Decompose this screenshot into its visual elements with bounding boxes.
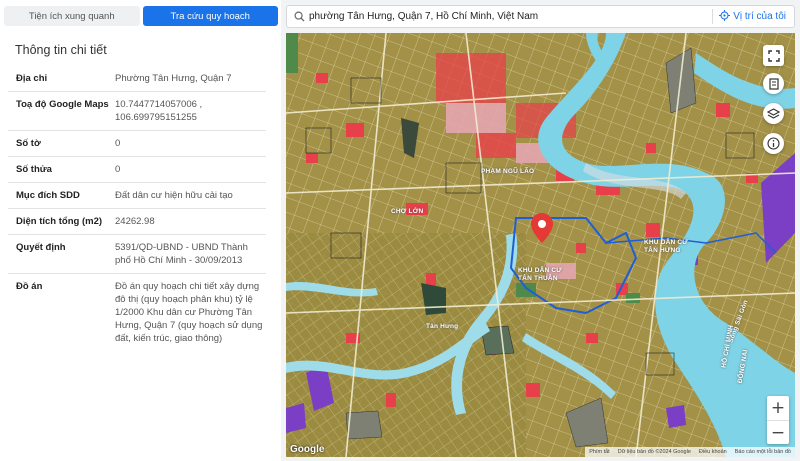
row-value: 10.7447714057006 , 106.699795151255 bbox=[115, 99, 203, 123]
search-input[interactable] bbox=[309, 6, 713, 27]
row-parcel-number: Số thửa 0 bbox=[8, 157, 266, 183]
layers-icon bbox=[767, 107, 780, 119]
panel-tabs: Tiện ích xung quanh Tra cứu quy hoạch bbox=[4, 6, 278, 26]
map-label: PHẠM NGŨ LÃO bbox=[481, 168, 535, 175]
planning-map[interactable]: PHẠM NGŨ LÃO KHU DÂN CƯ TÂN HƯNG KHU DÂN… bbox=[286, 33, 795, 457]
map-label: Tân Hưng bbox=[426, 323, 459, 330]
row-total-area: Diện tích tổng (m2) 24262.98 bbox=[8, 209, 266, 235]
tab-planning-lookup[interactable]: Tra cứu quy hoạch bbox=[142, 6, 278, 26]
row-sheet-number: Số tờ 0 bbox=[8, 131, 266, 157]
row-value: Đất dân cư hiện hữu cải tạo bbox=[115, 190, 233, 201]
my-location-label: Vị trí của tôi bbox=[733, 11, 786, 22]
row-value: 0 bbox=[115, 138, 121, 149]
details-table: Địa chỉ Phường Tân Hưng, Quận 7 Toạ độ G… bbox=[8, 66, 266, 351]
map-label: CHỢ LỚN bbox=[391, 208, 424, 215]
row-value: 24262.98 bbox=[115, 216, 155, 227]
row-label: Toạ độ Google Maps bbox=[16, 99, 109, 110]
row-address: Địa chỉ Phường Tân Hưng, Quận 7 bbox=[8, 66, 266, 92]
map-label: KHU DÂN CƯ bbox=[644, 239, 688, 246]
layers-button[interactable] bbox=[763, 103, 784, 124]
my-location-button[interactable]: Vị trí của tôi bbox=[719, 9, 794, 24]
map-data-text: Dữ liệu bản đồ ©2024 Google bbox=[617, 449, 691, 455]
info-button[interactable] bbox=[763, 133, 784, 154]
legend-button[interactable] bbox=[763, 73, 784, 94]
google-logo: Google bbox=[290, 444, 325, 455]
row-label: Mục đích SDD bbox=[16, 190, 80, 201]
terms-link[interactable]: Điều khoản bbox=[699, 449, 727, 455]
map-label: TÂN HƯNG bbox=[644, 247, 681, 254]
row-decision: Quyết định 5391/QD-UBND - UBND Thành phố… bbox=[8, 235, 266, 274]
search-bar: Vị trí của tôi bbox=[286, 5, 795, 28]
fullscreen-icon bbox=[767, 49, 780, 62]
row-coordinates: Toạ độ Google Maps 10.7447714057006 , 10… bbox=[8, 92, 266, 131]
row-value: 0 bbox=[115, 164, 121, 175]
info-panel: Tiện ích xung quanh Tra cứu quy hoạch Th… bbox=[0, 0, 281, 461]
row-label: Đồ án bbox=[16, 281, 43, 292]
crosshair-icon bbox=[719, 9, 731, 24]
tab-nearby-amenities[interactable]: Tiện ích xung quanh bbox=[4, 6, 140, 26]
row-label: Số tờ bbox=[16, 138, 41, 149]
map-attribution: Phím tắt Dữ liệu bản đồ ©2024 Google Điề… bbox=[585, 447, 795, 457]
row-label: Diện tích tổng (m2) bbox=[16, 216, 103, 227]
row-value: Phường Tân Hưng, Quận 7 bbox=[115, 73, 232, 84]
row-project: Đồ án Đồ án quy hoạch chi tiết xây dựng … bbox=[8, 274, 266, 351]
row-label: Quyết định bbox=[16, 242, 66, 253]
row-label: Địa chỉ bbox=[16, 73, 48, 84]
row-label: Số thửa bbox=[16, 164, 52, 175]
map-label: KHU DÂN CƯ bbox=[518, 267, 562, 274]
panel-title: Thông tin chi tiết bbox=[15, 43, 107, 57]
report-error-link[interactable]: Báo cáo một lỗi bản đồ bbox=[735, 449, 791, 455]
search-icon bbox=[289, 7, 309, 27]
fullscreen-button[interactable] bbox=[763, 45, 784, 66]
row-value: 5391/QD-UBND - UBND Thành phố Hồ Chí Min… bbox=[115, 242, 248, 266]
book-icon bbox=[768, 77, 779, 90]
row-land-use: Mục đích SDD Đất dân cư hiện hữu cải tạo bbox=[8, 183, 266, 209]
row-value: Đồ án quy hoạch chi tiết xây dựng đô thị… bbox=[115, 281, 263, 344]
info-icon bbox=[767, 137, 780, 150]
zoom-control: + − bbox=[767, 396, 789, 444]
search-divider bbox=[712, 9, 714, 24]
location-pin-icon[interactable] bbox=[531, 213, 553, 246]
zoom-out-button[interactable]: − bbox=[767, 420, 789, 444]
map-label: TÂN THUẬN bbox=[518, 275, 558, 282]
keyboard-shortcuts-link[interactable]: Phím tắt bbox=[589, 449, 609, 455]
zoom-in-button[interactable]: + bbox=[767, 396, 789, 420]
